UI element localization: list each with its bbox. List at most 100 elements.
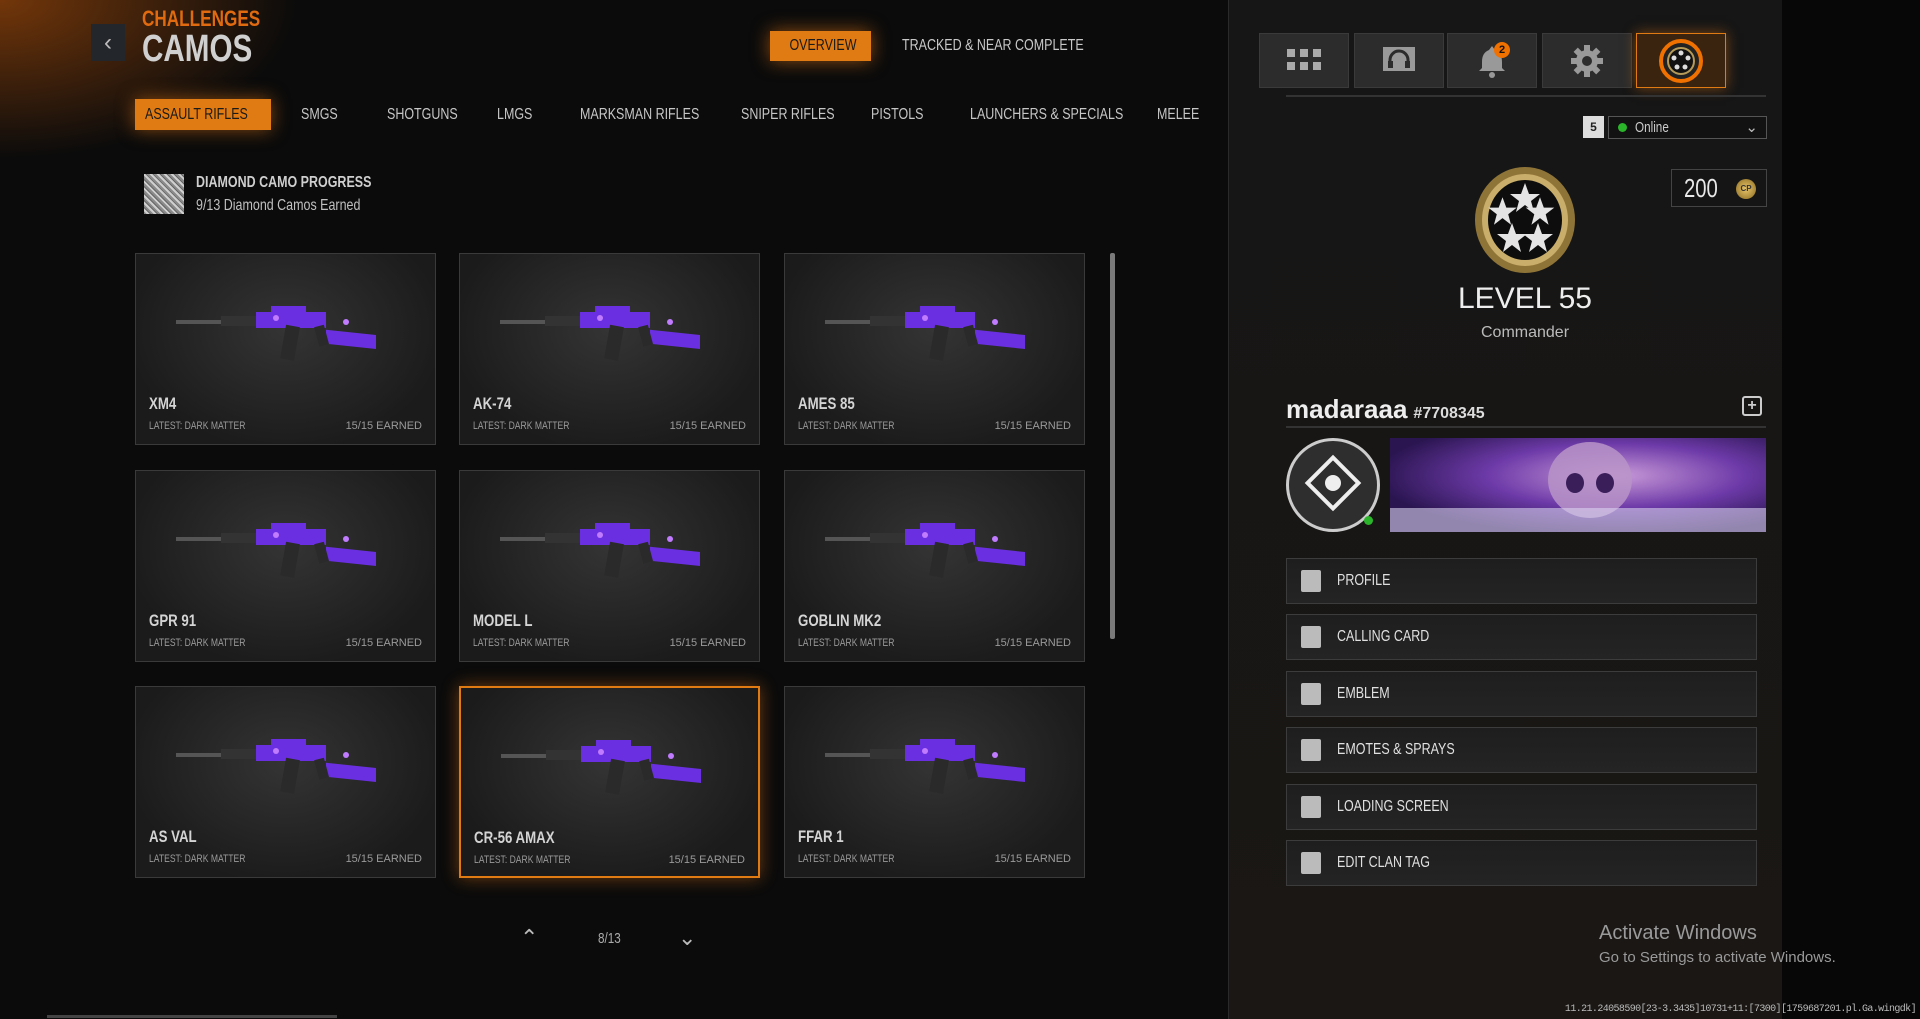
profile-avatar-button[interactable] — [1636, 33, 1726, 88]
build-info: 11.21.24058590[23-3.3435]10731+11:[7300]… — [1564, 1004, 1917, 1015]
category-label: SHOTGUNS — [387, 106, 458, 123]
weapon-image — [500, 306, 700, 361]
weapon-card[interactable]: MODEL L LATEST: DARK MATTER 15/15 EARNED — [459, 470, 760, 662]
camos-earned: 15/15 EARNED — [669, 637, 746, 649]
weapon-name: GPR 91 — [149, 611, 197, 630]
category-tab-melee[interactable]: MELEE — [1147, 99, 1221, 130]
weapon-name: XM4 — [149, 394, 177, 413]
weapon-image — [825, 306, 1025, 361]
weapon-name: CR-56 AMAX — [474, 828, 555, 847]
notifications-button[interactable]: 2 — [1447, 33, 1537, 88]
calling-card[interactable] — [1390, 438, 1766, 532]
windows-watermark-title: Activate Windows — [1599, 922, 1757, 944]
back-button[interactable]: ‹ — [91, 24, 125, 61]
camos-earned: 15/15 EARNED — [669, 420, 746, 432]
category-tab-launchers-specials[interactable]: LAUNCHERS & SPECIALS — [960, 99, 1177, 130]
category-tab-smgs[interactable]: SMGS — [291, 99, 358, 130]
category-label: MARKSMAN RIFLES — [580, 106, 700, 123]
category-label: LAUNCHERS & SPECIALS — [970, 106, 1124, 123]
menu-item-profile[interactable]: PROFILE — [1286, 558, 1757, 604]
emblem-icon — [1304, 454, 1362, 512]
menu-item-label: EDIT CLAN TAG — [1337, 854, 1430, 871]
latest-camo: LATEST: DARK MATTER — [149, 637, 246, 649]
plus-copy-icon: + — [1747, 397, 1757, 414]
username: madaraaa #7708345 — [1286, 394, 1485, 424]
weapon-image — [176, 739, 376, 794]
menu-item-emotes-sprays[interactable]: EMOTES & SPRAYS — [1286, 727, 1757, 774]
weapon-image — [176, 523, 376, 578]
weapon-card[interactable]: AS VAL LATEST: DARK MATTER 15/15 EARNED — [135, 686, 436, 878]
calling-card-icon — [1301, 626, 1321, 649]
player-emblem[interactable] — [1286, 438, 1380, 532]
online-indicator — [1364, 516, 1373, 525]
weapon-image — [176, 306, 376, 361]
latest-camo: LATEST: DARK MATTER — [149, 853, 246, 865]
user-tag: #7708345 — [1413, 405, 1485, 422]
weapon-card[interactable]: FFAR 1 LATEST: DARK MATTER 15/15 EARNED — [784, 686, 1085, 878]
latest-camo: LATEST: DARK MATTER — [473, 637, 570, 649]
menu-item-label: LOADING SCREEN — [1337, 797, 1449, 815]
rank-avatar-icon — [1659, 38, 1703, 83]
scrollbar[interactable] — [1110, 253, 1115, 639]
camos-earned: 15/15 EARNED — [345, 637, 422, 649]
tab-tracked-near-complete[interactable]: TRACKED & NEAR COMPLETE — [892, 31, 1145, 61]
weapon-image — [501, 740, 701, 795]
latest-camo: LATEST: DARK MATTER — [798, 637, 895, 649]
rank-emblem-icon — [1475, 167, 1575, 273]
camos-earned: 15/15 EARNED — [345, 853, 422, 865]
settings-button[interactable] — [1542, 33, 1632, 88]
category-tab-shotguns[interactable]: SHOTGUNS — [377, 99, 488, 130]
latest-camo: LATEST: DARK MATTER — [149, 420, 246, 432]
category-tab-marksman-rifles[interactable]: MARKSMAN RIFLES — [570, 99, 743, 130]
weapon-card[interactable]: GOBLIN MK2 LATEST: DARK MATTER 15/15 EAR… — [784, 470, 1085, 662]
social-button[interactable] — [1354, 33, 1444, 88]
camos-earned: 15/15 EARNED — [668, 854, 745, 866]
page-up-button[interactable]: ⌃ — [520, 925, 538, 951]
menu-item-emblem[interactable]: EMBLEM — [1286, 670, 1757, 717]
weapon-name: AMES 85 — [798, 394, 855, 413]
menu-grid-button[interactable] — [1259, 33, 1349, 88]
party-size-badge: 5 — [1583, 116, 1604, 138]
online-dot-icon — [1618, 123, 1627, 132]
skull-illustration — [1390, 442, 1766, 532]
latest-camo: LATEST: DARK MATTER — [473, 420, 570, 432]
menu-item-loading-screen[interactable]: LOADING SCREEN — [1286, 783, 1757, 830]
category-tab-assault-rifles[interactable]: ASSAULT RIFLES — [135, 99, 271, 130]
horizontal-scrollbar[interactable] — [47, 1015, 337, 1018]
weapon-image — [825, 523, 1025, 578]
menu-item-label: PROFILE — [1337, 572, 1391, 589]
page-title: CAMOS — [142, 28, 253, 70]
camos-earned: 15/15 EARNED — [994, 420, 1071, 432]
menu-item-calling-card[interactable]: CALLING CARD — [1286, 614, 1757, 661]
weapon-name: AS VAL — [149, 827, 197, 846]
latest-camo: LATEST: DARK MATTER — [798, 853, 895, 865]
divider — [1286, 426, 1766, 428]
player-level: LEVEL 55 — [1458, 282, 1592, 315]
emblem-icon — [1301, 682, 1321, 705]
tab-overview[interactable]: OVERVIEW — [770, 31, 871, 61]
status-dropdown[interactable]: Online ⌄ — [1608, 116, 1767, 139]
phone-profile-icon — [1301, 570, 1321, 592]
weapon-card[interactable]: AK-74 LATEST: DARK MATTER 15/15 EARNED — [459, 253, 760, 445]
weapon-card[interactable]: CR-56 AMAX LATEST: DARK MATTER 15/15 EAR… — [459, 686, 760, 878]
category-label: LMGS — [497, 106, 533, 123]
menu-item-edit-clan-tag[interactable]: EDIT CLAN TAG — [1286, 840, 1757, 886]
category-tab-pistols[interactable]: PISTOLS — [861, 99, 948, 130]
rank-name: Commander — [1480, 324, 1570, 341]
page-down-button[interactable]: ⌄ — [678, 925, 696, 951]
latest-camo: LATEST: DARK MATTER — [798, 420, 895, 432]
diamond-progress-title: DIAMOND CAMO PROGRESS — [196, 174, 372, 191]
weapon-name: AK-74 — [473, 394, 512, 413]
category-tab-lmgs[interactable]: LMGS — [487, 99, 552, 130]
weapon-card[interactable]: AMES 85 LATEST: DARK MATTER 15/15 EARNED — [784, 253, 1085, 445]
category-tab-sniper-rifles[interactable]: SNIPER RIFLES — [731, 99, 871, 130]
weapon-card[interactable]: GPR 91 LATEST: DARK MATTER 15/15 EARNED — [135, 470, 436, 662]
diamond-camo-icon — [144, 174, 184, 214]
category-label: PISTOLS — [871, 106, 924, 123]
weapon-card[interactable]: XM4 LATEST: DARK MATTER 15/15 EARNED — [135, 253, 436, 445]
diamond-progress-subtitle: 9/13 Diamond Camos Earned — [196, 197, 361, 214]
copy-id-button[interactable]: + — [1742, 396, 1762, 416]
latest-camo: LATEST: DARK MATTER — [474, 854, 571, 866]
weapon-image — [500, 523, 700, 578]
windows-watermark-subtitle: Go to Settings to activate Windows. — [1599, 949, 1836, 966]
